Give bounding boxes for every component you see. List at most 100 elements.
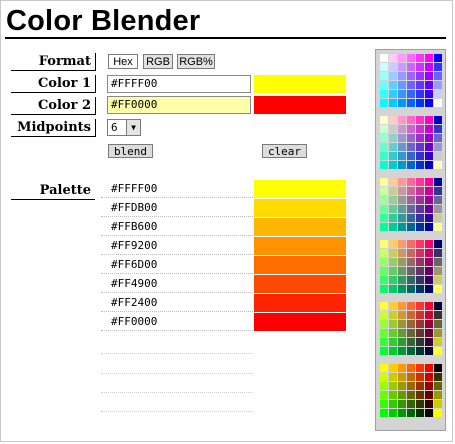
color-cell[interactable] xyxy=(434,205,442,213)
color-cell[interactable] xyxy=(398,285,406,293)
color-cell[interactable] xyxy=(398,258,406,266)
color-cell[interactable] xyxy=(398,364,406,372)
color-cell[interactable] xyxy=(407,329,415,337)
clear-button[interactable]: clear xyxy=(262,144,307,158)
color-cell[interactable] xyxy=(425,249,433,257)
color-cell[interactable] xyxy=(389,302,397,310)
color-cell[interactable] xyxy=(389,125,397,133)
color-cell[interactable] xyxy=(389,152,397,160)
color-cell[interactable] xyxy=(407,347,415,355)
color-cell[interactable] xyxy=(389,320,397,328)
color-cell[interactable] xyxy=(389,90,397,98)
color-cell[interactable] xyxy=(416,99,424,107)
color-cell[interactable] xyxy=(389,382,397,390)
color-cell[interactable] xyxy=(434,81,442,89)
color-cell[interactable] xyxy=(380,391,388,399)
color-cell[interactable] xyxy=(425,258,433,266)
color-cell[interactable] xyxy=(416,214,424,222)
color-cell[interactable] xyxy=(407,125,415,133)
color-cell[interactable] xyxy=(425,311,433,319)
color-cell[interactable] xyxy=(416,249,424,257)
color-cell[interactable] xyxy=(434,267,442,275)
color-cell[interactable] xyxy=(407,373,415,381)
color-cell[interactable] xyxy=(380,276,388,284)
color-cell[interactable] xyxy=(398,338,406,346)
color-cell[interactable] xyxy=(416,90,424,98)
color-cell[interactable] xyxy=(434,400,442,408)
color-cell[interactable] xyxy=(407,205,415,213)
color-cell[interactable] xyxy=(416,134,424,142)
color-cell[interactable] xyxy=(380,214,388,222)
color-cell[interactable] xyxy=(407,400,415,408)
color-cell[interactable] xyxy=(407,72,415,80)
color-cell[interactable] xyxy=(389,311,397,319)
color-cell[interactable] xyxy=(425,285,433,293)
color-cell[interactable] xyxy=(434,72,442,80)
color-cell[interactable] xyxy=(407,90,415,98)
color-cell[interactable] xyxy=(434,161,442,169)
color-cell[interactable] xyxy=(407,409,415,417)
color-picker-panel[interactable] xyxy=(375,49,446,431)
color-cell[interactable] xyxy=(407,63,415,71)
color-cell[interactable] xyxy=(407,214,415,222)
color-cell[interactable] xyxy=(416,196,424,204)
color-cell[interactable] xyxy=(416,178,424,186)
color-cell[interactable] xyxy=(434,382,442,390)
color-cell[interactable] xyxy=(398,214,406,222)
color-cell[interactable] xyxy=(389,258,397,266)
color-cell[interactable] xyxy=(389,72,397,80)
color-cell[interactable] xyxy=(425,382,433,390)
color-cell[interactable] xyxy=(425,143,433,151)
color-cell[interactable] xyxy=(425,347,433,355)
color-cell[interactable] xyxy=(398,196,406,204)
color-cell[interactable] xyxy=(389,134,397,142)
color-cell[interactable] xyxy=(380,267,388,275)
color-cell[interactable] xyxy=(380,99,388,107)
color-cell[interactable] xyxy=(425,161,433,169)
color-cell[interactable] xyxy=(425,152,433,160)
color-cell[interactable] xyxy=(416,373,424,381)
color-cell[interactable] xyxy=(425,205,433,213)
color2-input[interactable]: #FF0000 xyxy=(107,96,251,114)
midpoints-select[interactable]: 6 ▼ xyxy=(107,119,141,136)
color-cell[interactable] xyxy=(380,63,388,71)
color-cell[interactable] xyxy=(407,187,415,195)
color-cell[interactable] xyxy=(425,276,433,284)
color-cell[interactable] xyxy=(425,63,433,71)
color-cell[interactable] xyxy=(425,391,433,399)
color-cell[interactable] xyxy=(389,196,397,204)
color-cell[interactable] xyxy=(425,320,433,328)
color-cell[interactable] xyxy=(416,329,424,337)
color-cell[interactable] xyxy=(425,329,433,337)
color-cell[interactable] xyxy=(434,338,442,346)
color-cell[interactable] xyxy=(380,90,388,98)
color-cell[interactable] xyxy=(380,382,388,390)
color-cell[interactable] xyxy=(434,311,442,319)
color-cell[interactable] xyxy=(416,364,424,372)
color-cell[interactable] xyxy=(389,373,397,381)
color-cell[interactable] xyxy=(416,143,424,151)
color-cell[interactable] xyxy=(398,90,406,98)
color-cell[interactable] xyxy=(425,187,433,195)
color-cell[interactable] xyxy=(380,81,388,89)
color-cell[interactable] xyxy=(425,178,433,186)
color-cell[interactable] xyxy=(389,347,397,355)
color-cell[interactable] xyxy=(434,258,442,266)
color-cell[interactable] xyxy=(389,329,397,337)
color-cell[interactable] xyxy=(416,187,424,195)
color-cell[interactable] xyxy=(398,116,406,124)
color-cell[interactable] xyxy=(389,249,397,257)
color-cell[interactable] xyxy=(389,143,397,151)
color-cell[interactable] xyxy=(425,223,433,231)
color-cell[interactable] xyxy=(416,267,424,275)
color-cell[interactable] xyxy=(398,99,406,107)
color-cell[interactable] xyxy=(425,373,433,381)
color-cell[interactable] xyxy=(407,178,415,186)
color-cell[interactable] xyxy=(380,152,388,160)
color-cell[interactable] xyxy=(416,320,424,328)
color-cell[interactable] xyxy=(416,276,424,284)
color-cell[interactable] xyxy=(425,338,433,346)
color-cell[interactable] xyxy=(398,125,406,133)
color-cell[interactable] xyxy=(398,240,406,248)
color-cell[interactable] xyxy=(389,400,397,408)
